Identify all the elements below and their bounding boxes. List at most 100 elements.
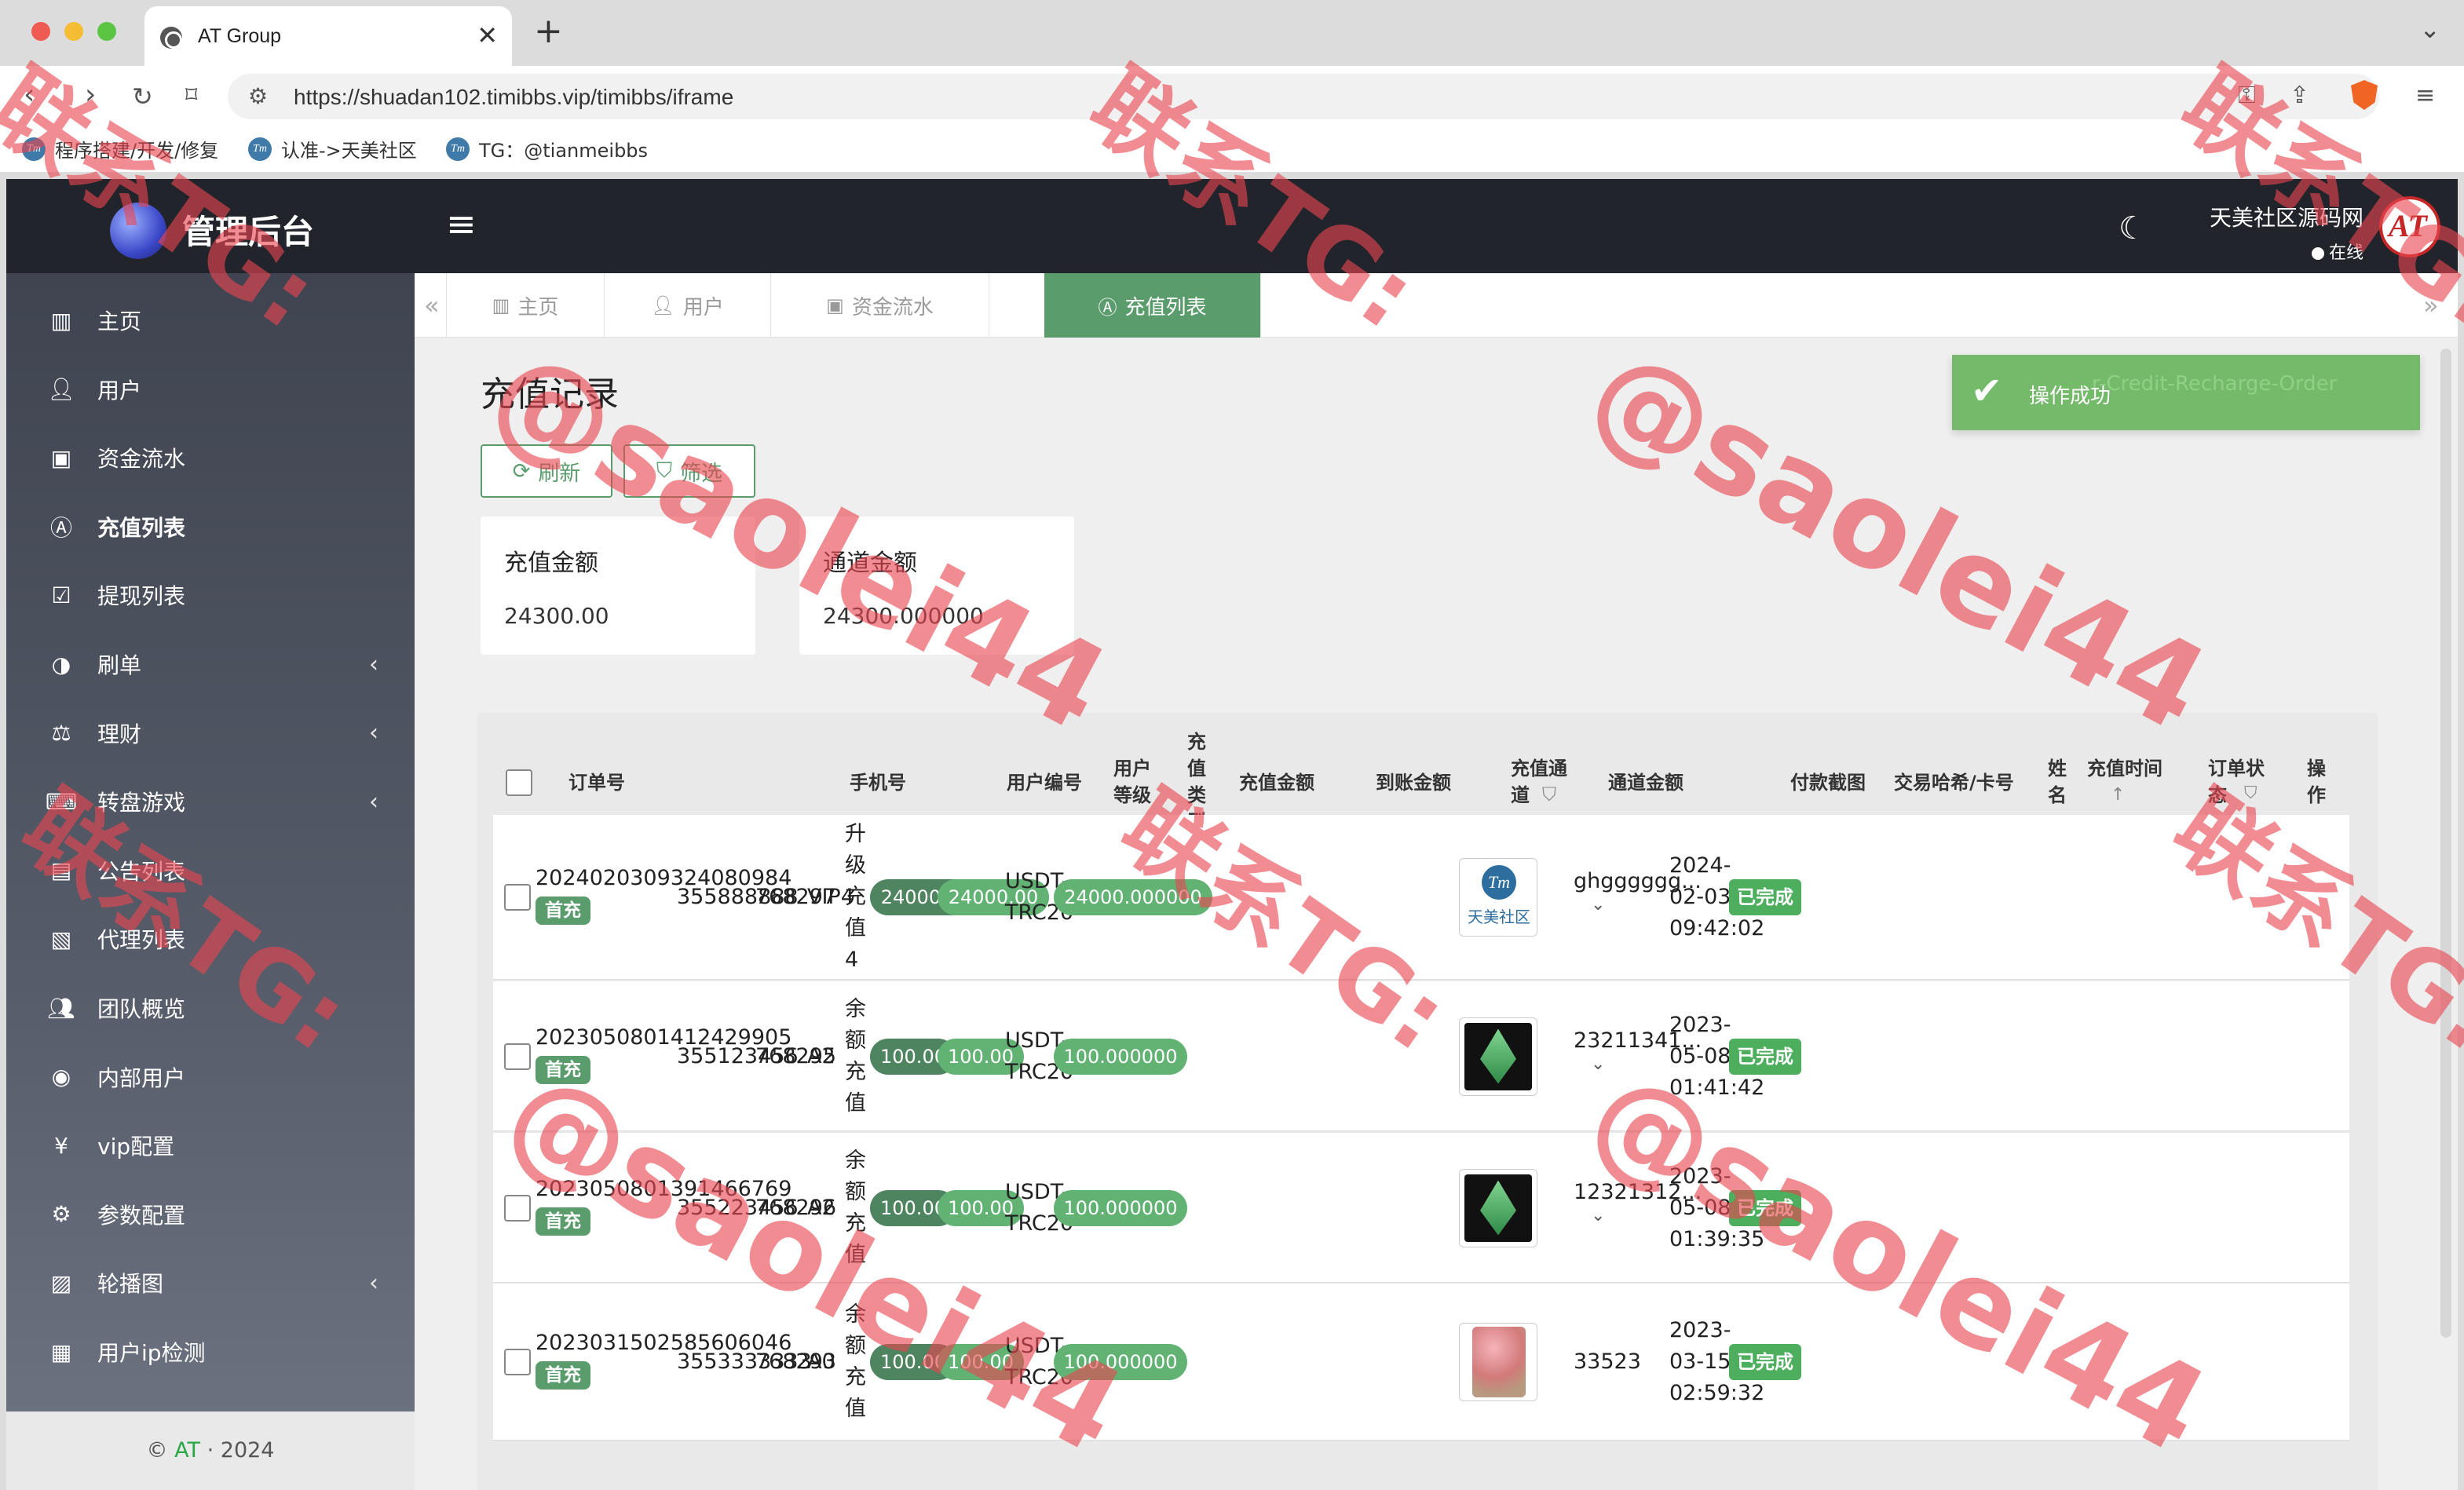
table-row[interactable]: 2024020309324080984 首充 355888888 768297 VIP4… bbox=[493, 815, 2349, 980]
order-status-badge: 已完成 bbox=[1729, 879, 1801, 915]
back-icon[interactable]: ‹ bbox=[24, 79, 35, 111]
sidebar-item[interactable]: 👤︎ 用户 bbox=[6, 358, 415, 421]
col-order-no[interactable]: 订单号 bbox=[568, 769, 625, 796]
sidebar-item[interactable]: ▣ 资金流水 bbox=[6, 426, 415, 489]
col-op[interactable]: 操 作 bbox=[2307, 755, 2326, 809]
bookmark-item[interactable]: Tm 程序搭建/开发/修复 bbox=[22, 135, 218, 163]
sidebar-item-label: 提现列表 bbox=[97, 583, 186, 610]
sidebar-item[interactable]: ▨ 轮播图 ‹ bbox=[6, 1251, 415, 1314]
page-title: 充值记录 bbox=[481, 374, 619, 414]
payment-screenshot[interactable] bbox=[1459, 1323, 1537, 1401]
col-channel-amount[interactable]: 通道金额 bbox=[1608, 769, 1683, 796]
sort-asc-icon[interactable]: ↑ bbox=[2111, 785, 2125, 805]
document-icon: ▤ bbox=[50, 857, 72, 884]
sidebar-item[interactable]: ☑ 提现列表 bbox=[6, 564, 415, 626]
sidebar-item[interactable]: ◑ 刷单 ‹ bbox=[6, 633, 415, 696]
url-field[interactable]: ⚙ https://shuadan102.timibbs.vip/timibbs… bbox=[228, 74, 2379, 119]
bookmark-icon[interactable]: ⌑ bbox=[185, 82, 197, 109]
sidebar-item[interactable]: ▥ 主页 bbox=[6, 289, 415, 352]
recharge-icon: Ⓐ bbox=[1098, 296, 1117, 319]
sidebar-item-label: 资金流水 bbox=[97, 446, 186, 473]
col-time[interactable]: 充值时间 bbox=[2087, 755, 2162, 782]
new-tab-icon[interactable]: + bbox=[534, 11, 563, 51]
sidebar-item[interactable]: ⚙ 参数配置 bbox=[6, 1183, 415, 1246]
recharge-type: 余 额 充 值 bbox=[845, 996, 866, 1116]
share-icon[interactable]: ⇪ bbox=[2290, 82, 2309, 109]
tab-recharge-list[interactable]: Ⓐ 充值列表 bbox=[1044, 273, 1261, 338]
tab-users[interactable]: 👤︎ 用户 bbox=[605, 273, 771, 338]
channel-filter-icon[interactable]: ⛉ bbox=[1542, 783, 1556, 805]
close-tab-icon[interactable]: ✕ bbox=[477, 20, 498, 50]
footer-brand-link[interactable]: AT bbox=[174, 1438, 200, 1463]
browser-tab[interactable]: AT Group ✕ bbox=[144, 6, 512, 66]
check-square-icon: ☑ bbox=[51, 582, 71, 608]
tianmei-icon: Tm bbox=[446, 137, 470, 161]
sidebar-item[interactable]: 👥︎ 团队概览 bbox=[6, 977, 415, 1039]
reload-icon[interactable]: ↻ bbox=[132, 82, 153, 111]
bookmarks-bar: Tm 程序搭建/开发/修复 Tm 认准->天美社区 Tm TG：@tianmeibbs bbox=[0, 127, 2464, 173]
bookmark-item[interactable]: Tm 认准->天美社区 bbox=[248, 135, 417, 163]
user-info[interactable]: 天美社区源码网 在线 bbox=[2197, 201, 2363, 264]
sidebar-item-label: 参数配置 bbox=[97, 1202, 186, 1229]
select-all-checkbox[interactable] bbox=[506, 769, 532, 796]
filter-button[interactable]: ⛉ 筛选 bbox=[623, 444, 755, 498]
payment-screenshot[interactable] bbox=[1459, 1168, 1537, 1247]
table-row[interactable]: 2023050801391466769 首充 355223456 768296 A2 余 … bbox=[493, 1133, 2349, 1283]
refresh-button[interactable]: ⟳ 刷新 bbox=[481, 444, 612, 498]
bar-chart-icon: ▥ bbox=[492, 294, 510, 316]
sidebar-item[interactable]: ▦ 用户ip检测 bbox=[6, 1320, 415, 1383]
key-icon[interactable]: ⚿ bbox=[2238, 82, 2256, 109]
sidebar-item[interactable]: ¥ vip配置 bbox=[6, 1114, 415, 1177]
window-close-button[interactable] bbox=[31, 22, 50, 41]
col-name[interactable]: 姓 名 bbox=[2048, 755, 2067, 809]
col-user-id[interactable]: 用户编号 bbox=[1007, 769, 1082, 796]
payment-screenshot[interactable]: Tm 天美社区 bbox=[1459, 858, 1537, 937]
table-row[interactable]: 2023031502585606046 首充 3553333333 768293 A0 余… bbox=[493, 1284, 2349, 1441]
col-phone[interactable]: 手机号 bbox=[850, 769, 906, 796]
menu-icon[interactable]: ≡ bbox=[2415, 82, 2435, 109]
sidebar-item[interactable]: ⌨ 转盘游戏 ‹ bbox=[6, 770, 415, 833]
status-filter-icon[interactable]: ⛉ bbox=[2244, 783, 2257, 803]
bookmark-item[interactable]: Tm TG：@tianmeibbs bbox=[446, 135, 648, 163]
sidebar-item[interactable]: Ⓐ 充值列表 bbox=[6, 495, 415, 558]
scrollbar[interactable] bbox=[2440, 349, 2451, 1338]
sidebar-item[interactable]: ▤ 公告列表 bbox=[6, 839, 415, 902]
hamburger-menu-icon[interactable]: ≡ bbox=[446, 203, 477, 245]
col-screenshot[interactable]: 付款截图 bbox=[1790, 769, 1866, 796]
row-checkbox[interactable] bbox=[504, 1043, 531, 1070]
payment-screenshot[interactable] bbox=[1459, 1017, 1537, 1096]
col-level[interactable]: 用户 等级 bbox=[1113, 755, 1151, 809]
sidebar-item[interactable]: ▧ 代理列表 bbox=[6, 908, 415, 970]
tab-funds[interactable]: ▣ 资金流水 bbox=[771, 273, 989, 338]
users-icon: 👥︎ bbox=[47, 995, 75, 1021]
tabs-scroll-right-icon[interactable]: » bbox=[2423, 290, 2439, 320]
sidebar-item[interactable]: ◉ 内部用户 bbox=[6, 1046, 415, 1108]
sidebar-item[interactable]: ⚖ 理财 ‹ bbox=[6, 702, 415, 765]
window-minimize-button[interactable] bbox=[64, 22, 83, 41]
row-checkbox[interactable] bbox=[504, 884, 531, 911]
sidebar-item-label: 公告列表 bbox=[97, 858, 186, 885]
avatar[interactable]: AT bbox=[2379, 196, 2440, 257]
col-arrive[interactable]: 到账金额 bbox=[1376, 769, 1451, 796]
forward-icon[interactable]: › bbox=[85, 79, 96, 111]
tianmei-icon: Tm bbox=[22, 137, 46, 161]
table-row[interactable]: 2023050801412429905 首充 355123456 768295 A2 余 … bbox=[493, 981, 2349, 1131]
col-channel[interactable]: 充值通 道 bbox=[1511, 755, 1567, 809]
finance-icon: ⚖ bbox=[51, 720, 71, 747]
window-zoom-button[interactable] bbox=[97, 22, 116, 41]
col-amount[interactable]: 充值金额 bbox=[1239, 769, 1314, 796]
row-checkbox[interactable] bbox=[504, 1194, 531, 1222]
sidebar: ▥ 主页 👤︎ 用户 ▣ 资金流水 Ⓐ 充值列表 ☑ 提现列表 ◑ 刷单 ‹ ⚖ 理财 ‹ ⌨ 转盘游戏 ‹ ▤ 公告列… bbox=[6, 273, 415, 1411]
user-level: A2 bbox=[807, 1043, 835, 1068]
col-hash[interactable]: 交易哈希/卡号 bbox=[1894, 769, 2014, 796]
tab-home[interactable]: ▥ 主页 bbox=[446, 273, 605, 338]
tabs-scroll-left-icon[interactable]: « bbox=[424, 290, 440, 320]
chevron-down-icon[interactable]: ⌄ bbox=[2419, 14, 2440, 44]
site-settings-icon[interactable]: ⚙ bbox=[248, 83, 268, 109]
sidebar-item-label: 主页 bbox=[97, 309, 142, 334]
chevron-left-icon: ‹ bbox=[369, 787, 378, 816]
moon-icon[interactable]: ☾ bbox=[2119, 210, 2147, 247]
bar-chart-icon: ▥ bbox=[50, 307, 72, 334]
row-checkbox[interactable] bbox=[504, 1349, 531, 1375]
user-icon: 👤︎ bbox=[47, 376, 75, 403]
